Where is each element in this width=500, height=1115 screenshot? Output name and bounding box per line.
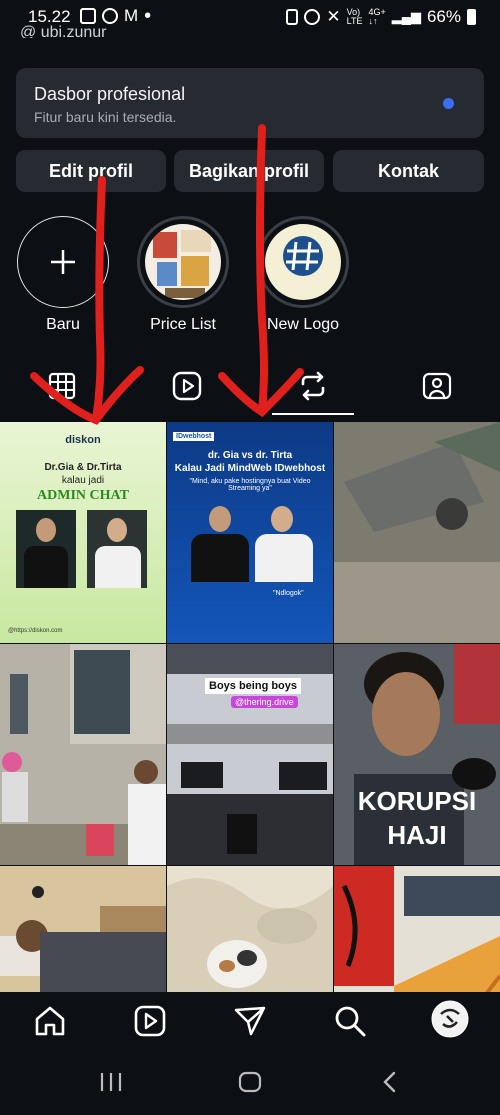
contact-button[interactable]: Kontak	[333, 150, 484, 192]
battery-icon	[467, 9, 476, 25]
professional-dashboard[interactable]: Dasbor profesional Fitur baru kini terse…	[16, 68, 484, 138]
post-thumbnail-boys-being-boys[interactable]: Boys being boys @thering.drive	[167, 644, 333, 865]
post-thumbnail-korupsi-haji[interactable]: KORUPSI HAJI	[334, 644, 500, 865]
kitten-photo	[167, 866, 333, 992]
dashboard-title: Dasbor profesional	[34, 84, 186, 104]
edit-profile-button[interactable]: Edit profil	[16, 150, 166, 192]
new-indicator-dot	[443, 98, 454, 109]
post-headline: ADMIN CHAT	[37, 488, 129, 503]
plus-icon	[50, 249, 75, 274]
highlight-label: Price List	[150, 316, 216, 333]
post-brand: IDwebhost	[173, 432, 215, 441]
post-line1: Dr.Gia & Dr.Tirta	[44, 462, 122, 473]
signal-icon: ▂▄▆	[391, 9, 421, 24]
post-brand: diskon	[65, 434, 101, 446]
post-thumbnail-kitten[interactable]	[167, 866, 333, 992]
post-title-1: dr. Gia vs dr. Tirta	[207, 450, 293, 461]
tagged-icon[interactable]	[421, 370, 453, 402]
post-thumbnail-room[interactable]	[0, 866, 166, 992]
highlight-new-logo[interactable]: New Logo	[254, 216, 352, 334]
headline-1: KORUPSI	[357, 786, 477, 816]
post-thumbnail-wheelbarrow[interactable]	[334, 422, 500, 643]
mute-icon: ✕	[326, 7, 341, 26]
posts-grid: diskon Dr.Gia & Dr.Tirta kalau jadi ADMI…	[0, 422, 500, 992]
volte-icon: Vo) LTE	[346, 7, 363, 26]
bottom-navigation	[0, 992, 500, 1050]
highlight-label: New Logo	[266, 316, 340, 333]
active-tab-underline	[272, 413, 354, 415]
new-logo-thumbnail	[265, 224, 341, 300]
overlay-label-1: Boys being boys	[205, 678, 302, 694]
system-navigation-bar	[0, 1050, 500, 1115]
post-reply: "Ndlogok"	[273, 590, 304, 597]
search-icon[interactable]	[333, 1004, 367, 1038]
wheelbarrow-photo	[334, 422, 500, 643]
network-icon: 4G+ ↓↑	[368, 7, 386, 26]
post-quote: "Mind, aku pake hostingnya buat Video St…	[189, 478, 311, 492]
highlight-price-list[interactable]: Price List	[134, 216, 232, 334]
profile-avatar[interactable]	[431, 1000, 469, 1038]
person-right-shirt	[95, 546, 141, 588]
person-left-face	[36, 518, 56, 542]
back-button-icon[interactable]	[380, 1071, 400, 1093]
notification-icons: M •	[80, 5, 152, 27]
alarm-icon	[304, 9, 321, 25]
post-thumbnail-admin-chat[interactable]: diskon Dr.Gia & Dr.Tirta kalau jadi ADMI…	[0, 422, 166, 643]
mural-photo	[334, 866, 500, 992]
reels-nav-icon[interactable]	[133, 1004, 167, 1038]
battery-percent: 66%	[426, 7, 461, 26]
share-profile-button[interactable]: Bagikan profil	[174, 150, 324, 192]
person-left-shirt	[24, 546, 68, 588]
whatsapp-icon	[102, 8, 118, 24]
messages-icon[interactable]	[233, 1004, 267, 1038]
dashboard-subtitle: Fitur baru kini tersedia.	[34, 109, 177, 125]
person-right-shirt	[255, 534, 313, 582]
person-left-shirt	[191, 534, 249, 582]
overlay-label-2: @thering.drive	[231, 696, 298, 708]
reels-icon[interactable]	[171, 370, 203, 402]
room-photo	[0, 866, 166, 992]
gallery-icon	[80, 8, 96, 24]
add-highlight-circle	[17, 216, 109, 308]
highlight-label: Baru	[46, 316, 80, 333]
person-right-face	[271, 506, 293, 532]
profile-tabs	[0, 360, 500, 418]
person-right-face	[107, 518, 127, 542]
grid-icon[interactable]	[46, 370, 78, 402]
reposts-icon[interactable]	[297, 370, 329, 402]
price-list-thumbnail	[145, 224, 221, 300]
post-footer: @https://diskon.com	[8, 628, 63, 634]
highlight-cover	[137, 216, 229, 308]
more-dot-icon: •	[144, 5, 152, 27]
home-icon[interactable]	[33, 1004, 67, 1038]
post-line2: kalau jadi	[61, 475, 105, 486]
person-left-face	[209, 506, 231, 532]
system-indicators: ✕ Vo) LTE 4G+ ↓↑ ▂▄▆ 66%	[286, 7, 476, 27]
post-thumbnail-boys-outdoor[interactable]	[0, 644, 166, 865]
highlight-cover	[257, 216, 349, 308]
headline-2: HAJI	[387, 820, 447, 850]
post-thumbnail-idwebhost[interactable]: IDwebhost dr. Gia vs dr. Tirta Kalau Jad…	[167, 422, 333, 643]
battery-saver-icon	[286, 9, 299, 25]
highlight-new[interactable]: Baru	[14, 216, 112, 334]
recent-apps-icon[interactable]	[98, 1071, 124, 1093]
post-thumbnail-mural[interactable]	[334, 866, 500, 992]
home-button-icon[interactable]	[238, 1071, 262, 1093]
username-cut: @ ubi.zunur	[20, 24, 107, 38]
building-photo	[0, 644, 166, 865]
mail-icon: M	[124, 6, 139, 25]
post-title-2: Kalau Jadi MindWeb IDwebhost	[174, 463, 326, 474]
